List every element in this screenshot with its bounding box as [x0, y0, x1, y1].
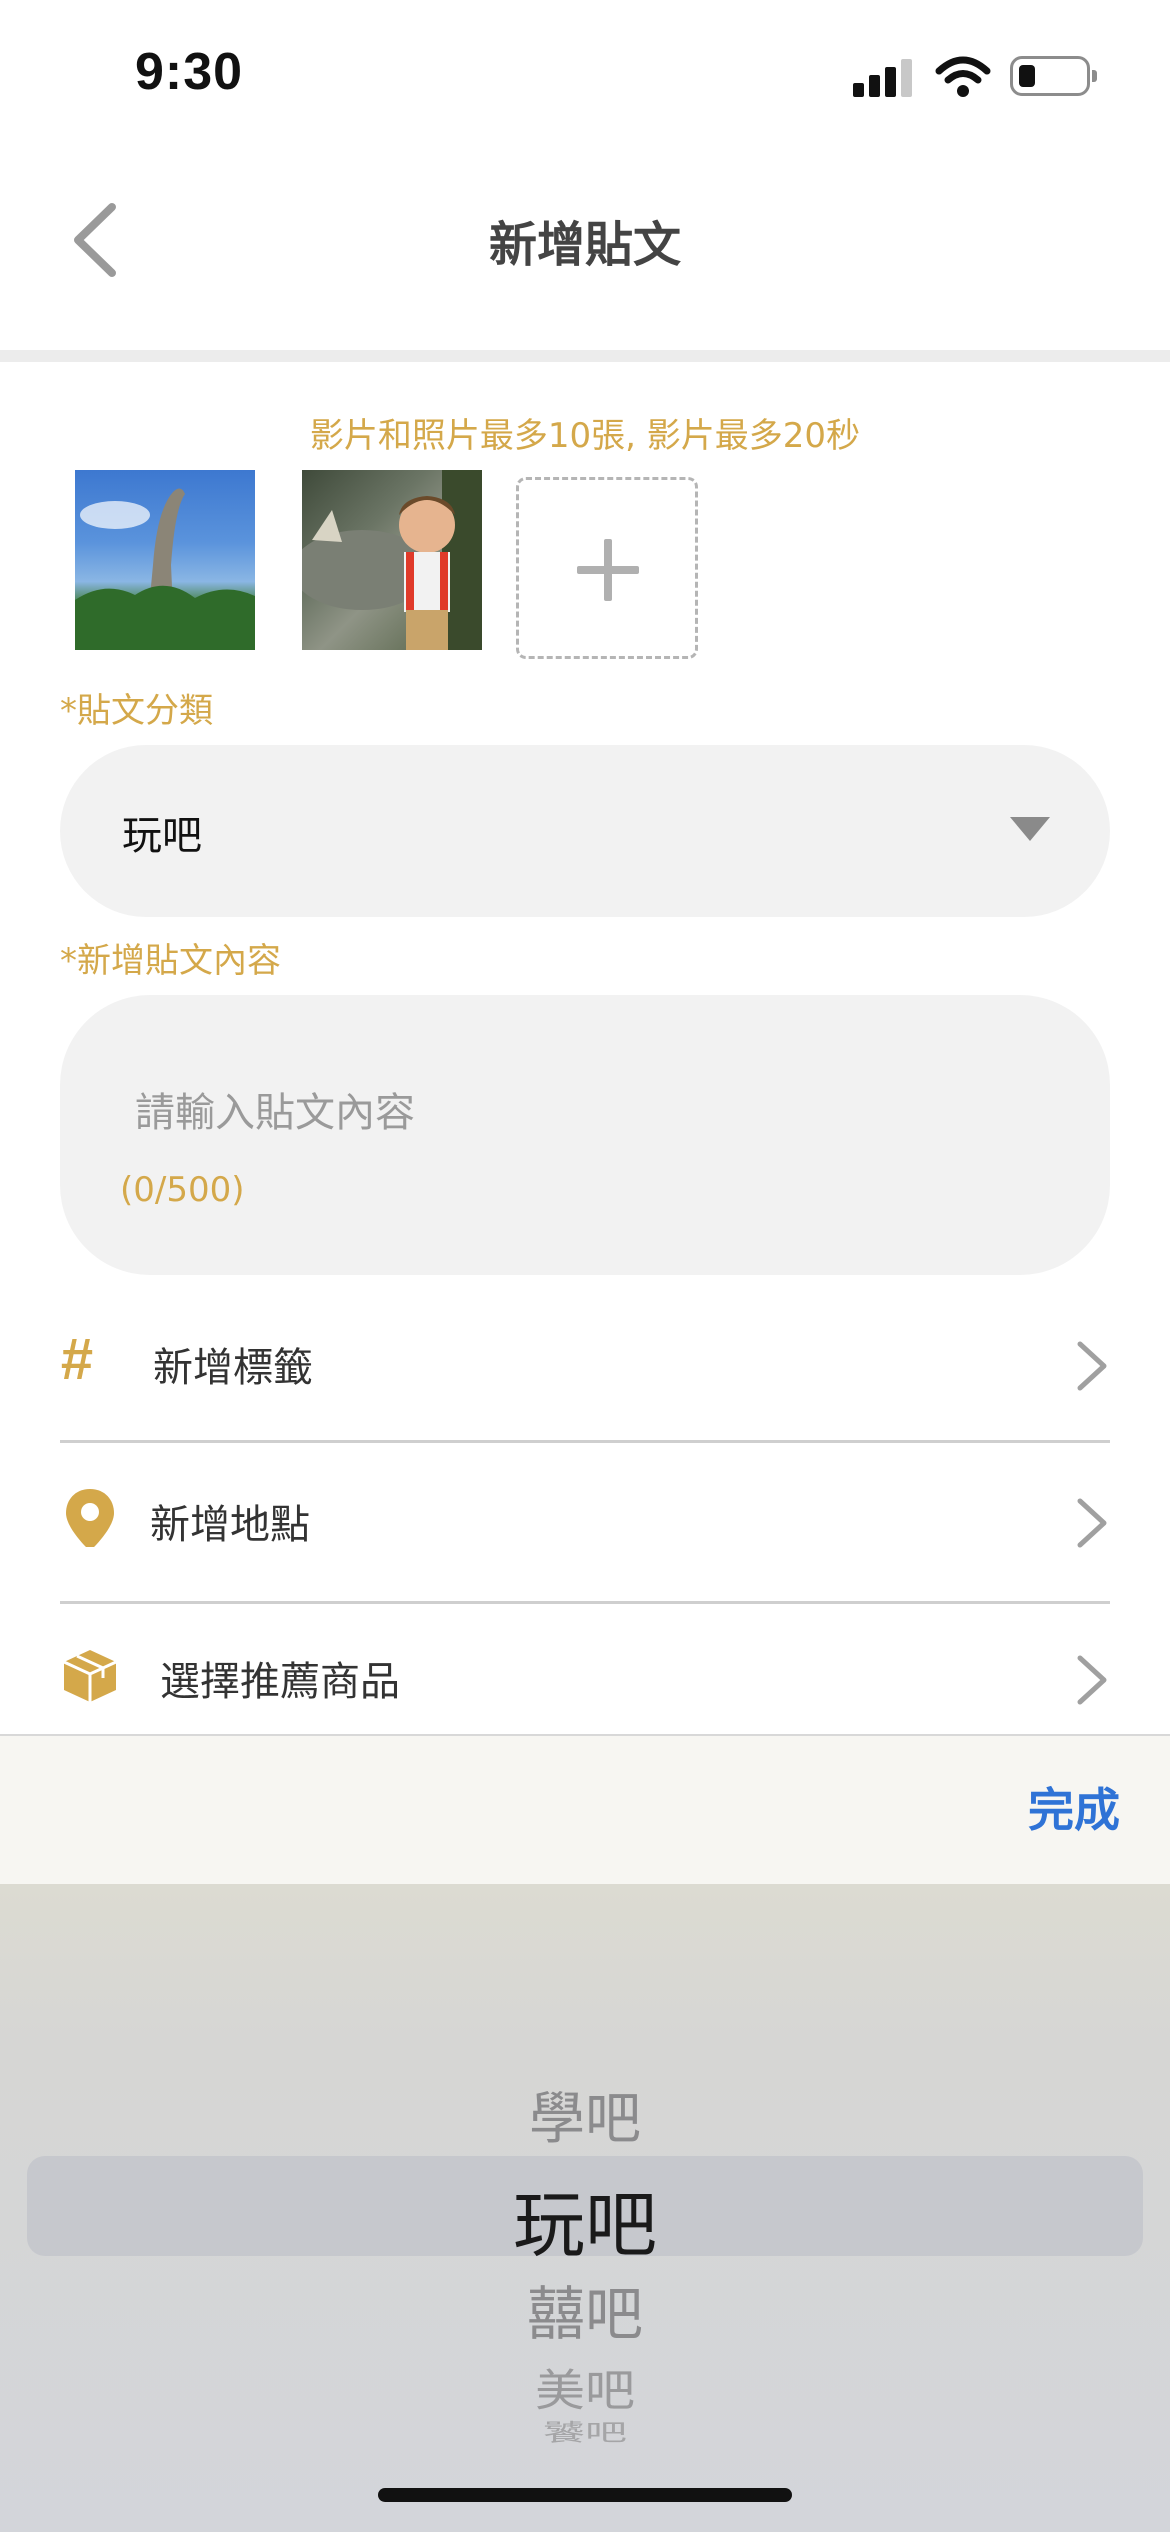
battery-tip	[1092, 70, 1097, 82]
status-time: 9:30	[135, 43, 244, 101]
select-product-row[interactable]: 選擇推薦商品	[60, 1604, 1110, 1754]
chevron-right-icon	[1077, 1655, 1107, 1705]
picker-option[interactable]: 學吧	[0, 2074, 1170, 2155]
picker-option[interactable]: 饕吧	[0, 2414, 1170, 2448]
plus-icon-vertical	[604, 539, 612, 601]
select-product-label: 選擇推薦商品	[160, 1659, 400, 1705]
media-limit-hint: 影片和照片最多10張, 影片最多20秒	[309, 416, 861, 456]
picker-toolbar: 完成	[0, 1734, 1170, 1886]
add-tag-row[interactable]: # 新增標籤	[60, 1290, 1110, 1440]
add-media-button[interactable]	[516, 477, 698, 659]
category-value: 玩吧	[122, 813, 202, 859]
char-counter: (0/500)	[120, 1170, 245, 1210]
content-label: *新增貼文內容	[60, 941, 281, 981]
media-thumbnail[interactable]	[302, 470, 482, 650]
chevron-right-icon	[1077, 1498, 1107, 1548]
home-indicator	[378, 2488, 792, 2502]
category-picker-wheel[interactable]: 學吧 玩吧 囍吧 美吧 饕吧	[0, 1884, 1170, 2532]
category-select[interactable]: 玩吧	[60, 745, 1110, 917]
content-textarea[interactable]: 請輸入貼文內容 (0/500)	[60, 995, 1110, 1275]
picker-option[interactable]: 美吧	[0, 2355, 1170, 2418]
add-location-label: 新增地點	[150, 1502, 310, 1548]
dropdown-caret-icon	[1010, 817, 1050, 841]
picker-option-selected[interactable]: 玩吧	[0, 2166, 1170, 2271]
cellular-signal-icon	[853, 57, 913, 97]
child-dinosaur-photo-icon	[302, 470, 482, 650]
location-pin-icon	[66, 1489, 114, 1547]
page-title: 新增貼文	[488, 217, 681, 273]
dinosaur-photo-icon	[75, 488, 255, 650]
picker-option[interactable]: 囍吧	[0, 2267, 1170, 2351]
hashtag-icon: #	[60, 1327, 93, 1392]
done-button[interactable]: 完成	[1028, 1774, 1120, 1840]
content-placeholder: 請輸入貼文內容	[135, 1090, 415, 1136]
battery-icon	[1010, 56, 1090, 96]
package-icon	[63, 1650, 117, 1702]
wifi-icon	[935, 56, 991, 97]
header-divider	[0, 350, 1170, 362]
row-divider	[60, 1440, 1110, 1443]
add-location-row[interactable]: 新增地點	[60, 1447, 1110, 1597]
chevron-right-icon	[1077, 1341, 1107, 1391]
media-thumbnail[interactable]	[75, 470, 255, 650]
category-label: *貼文分類	[60, 691, 213, 731]
add-tag-label: 新增標籤	[153, 1345, 313, 1391]
